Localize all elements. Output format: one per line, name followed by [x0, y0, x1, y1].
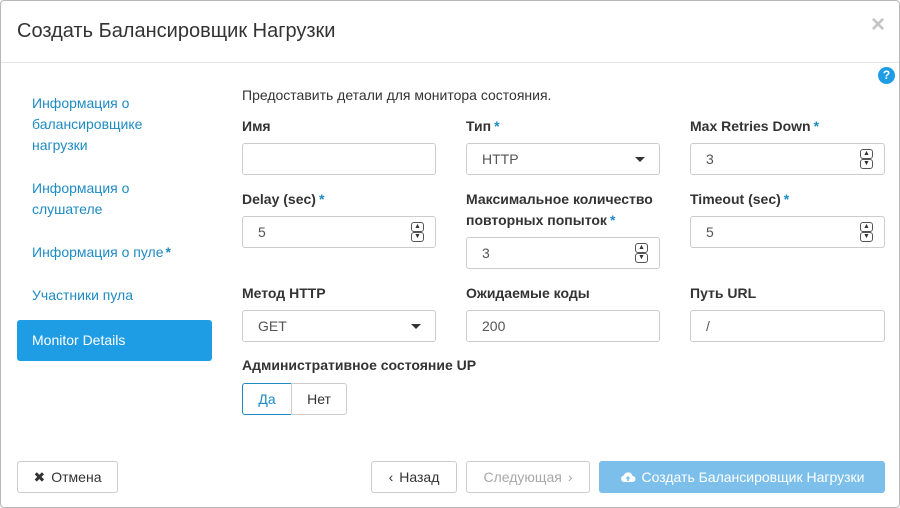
max-retries-value: 3 — [482, 245, 490, 261]
nav-item-listener-details[interactable]: Информация о слушателе — [17, 178, 167, 220]
type-select[interactable]: HTTP — [466, 143, 660, 175]
number-stepper[interactable]: ▲ ▼ — [635, 243, 648, 263]
create-load-balancer-button[interactable]: Создать Балансировщик Нагрузки — [599, 461, 885, 493]
nav-item-label: Участники пула — [32, 287, 134, 303]
delay-input[interactable]: 5 ▲ ▼ — [242, 216, 436, 248]
number-stepper[interactable]: ▲ ▼ — [860, 222, 873, 242]
stepper-down-icon: ▼ — [860, 232, 873, 242]
stepper-down-icon: ▼ — [411, 232, 424, 242]
required-mark: * — [609, 212, 616, 228]
name-input[interactable] — [242, 143, 436, 175]
admin-state-no-button[interactable]: Нет — [291, 383, 347, 415]
nav-item-label: Информация о слушателе — [32, 180, 130, 217]
number-stepper[interactable]: ▲ ▼ — [860, 149, 873, 169]
nav-item-label: Информация о пуле — [32, 244, 164, 260]
chevron-right-icon: › — [567, 469, 573, 485]
cloud-upload-icon — [620, 462, 636, 492]
type-label: Тип * — [466, 118, 500, 134]
cancel-button[interactable]: ✖ Отмена — [17, 461, 118, 493]
nav-item-label: Информация о балансировщике нагрузки — [32, 95, 143, 153]
max-retries-down-value: 3 — [706, 151, 714, 167]
stepper-up-icon: ▲ — [635, 243, 648, 253]
close-icon[interactable]: × — [871, 13, 885, 37]
url-path-input[interactable]: / — [690, 310, 885, 342]
cancel-button-label: Отмена — [51, 469, 102, 485]
delay-value: 5 — [258, 224, 266, 240]
create-load-balancer-dialog: Создать Балансировщик Нагрузки × ? Инфор… — [0, 0, 900, 508]
required-mark: * — [494, 118, 500, 134]
http-method-label: Метод HTTP — [242, 285, 326, 301]
max-retries-input[interactable]: 3 ▲ ▼ — [466, 237, 660, 269]
nav-item-pool-details[interactable]: Информация о пуле * — [17, 242, 212, 263]
back-button[interactable]: ‹ Назад — [371, 461, 457, 493]
create-button-label: Создать Балансировщик Нагрузки — [641, 469, 865, 485]
delay-label: Delay (sec) * — [242, 191, 325, 207]
back-button-label: Назад — [399, 469, 440, 485]
name-label: Имя — [242, 118, 271, 134]
timeout-label: Timeout (sec) * — [690, 191, 790, 207]
section-description: Предоставить детали для монитора состоян… — [242, 87, 552, 103]
expected-codes-input[interactable]: 200 — [466, 310, 660, 342]
expected-codes-label: Ожидаемые коды — [466, 285, 590, 301]
required-mark: * — [165, 244, 171, 260]
stepper-up-icon: ▲ — [411, 222, 424, 232]
number-stepper[interactable]: ▲ ▼ — [411, 222, 424, 242]
admin-state-yes-button[interactable]: Да — [242, 383, 292, 415]
required-mark: * — [318, 191, 325, 207]
nav-item-pool-members[interactable]: Участники пула — [17, 285, 212, 306]
nav-item-load-balancer-details[interactable]: Информация о балансировщике нагрузки — [17, 93, 167, 156]
dialog-header: Создать Балансировщик Нагрузки × — [1, 1, 899, 63]
required-mark: * — [783, 191, 790, 207]
admin-state-label: Административное состояние UP — [242, 357, 477, 373]
chevron-down-icon — [411, 324, 421, 329]
close-icon: ✖ — [33, 469, 46, 485]
http-method-value: GET — [258, 318, 287, 334]
chevron-left-icon: ‹ — [388, 469, 394, 485]
help-icon[interactable]: ? — [878, 67, 895, 84]
dialog-title: Создать Балансировщик Нагрузки — [17, 20, 336, 42]
required-mark: * — [813, 118, 820, 134]
stepper-down-icon: ▼ — [860, 159, 873, 169]
next-button[interactable]: Следующая › — [466, 461, 590, 493]
next-button-label: Следующая — [483, 469, 562, 485]
http-method-select[interactable]: GET — [242, 310, 436, 342]
max-retries-down-label: Max Retries Down * — [690, 118, 820, 134]
type-select-value: HTTP — [482, 151, 519, 167]
timeout-value: 5 — [706, 224, 714, 240]
max-retries-down-input[interactable]: 3 ▲ ▼ — [690, 143, 885, 175]
stepper-down-icon: ▼ — [635, 253, 648, 263]
nav-item-label: Monitor Details — [32, 332, 126, 348]
stepper-up-icon: ▲ — [860, 149, 873, 159]
chevron-down-icon — [635, 157, 645, 162]
stepper-up-icon: ▲ — [860, 222, 873, 232]
max-retries-label: Максимальное количество повторных попыто… — [466, 191, 653, 228]
nav-item-monitor-details[interactable]: Monitor Details — [17, 320, 212, 361]
timeout-input[interactable]: 5 ▲ ▼ — [690, 216, 885, 248]
url-path-label: Путь URL — [690, 285, 757, 301]
